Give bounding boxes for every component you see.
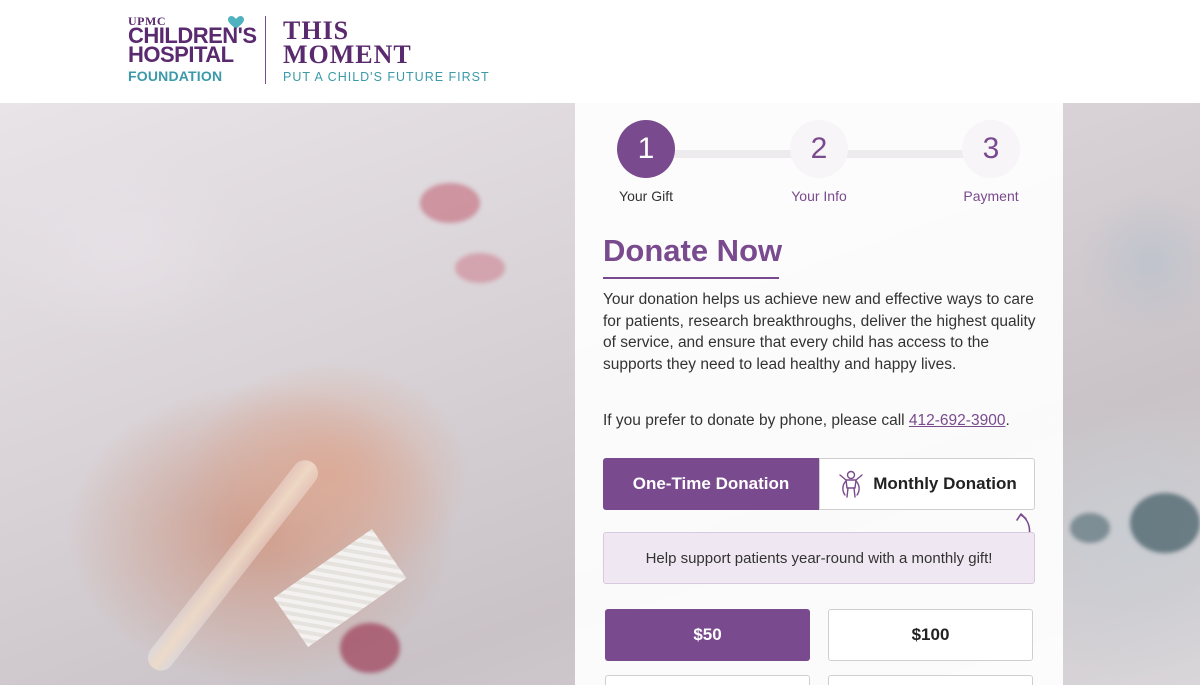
logo-divider <box>265 16 266 84</box>
step-number: 3 <box>962 120 1020 178</box>
step-number: 2 <box>790 120 848 178</box>
site-header: UPMC CHILDREN'S HOSPITAL FOUNDATION THIS… <box>0 0 1200 103</box>
progress-steps: 1 Your Gift 2 Your Info 3 Payment <box>575 120 1063 210</box>
title-underline <box>603 277 779 279</box>
phone-prefix: If you prefer to donate by phone, please… <box>603 412 909 429</box>
monthly-donation-label: Monthly Donation <box>873 474 1017 493</box>
foundation-logo[interactable]: UPMC CHILDREN'S HOSPITAL FOUNDATION THIS… <box>128 14 490 90</box>
page-title: Donate Now <box>603 233 783 268</box>
amount-option[interactable] <box>605 675 810 685</box>
monthly-donation-tab[interactable]: Monthly Donation <box>819 458 1035 510</box>
one-time-donation-tab[interactable]: One-Time Donation <box>603 458 819 510</box>
amount-option-100[interactable]: $100 <box>828 609 1033 661</box>
step-label: Your Info <box>791 188 847 204</box>
campaign-tagline: PUT A CHILD'S FUTURE FIRST <box>283 70 490 84</box>
donation-form-panel: 1 Your Gift 2 Your Info 3 Payment Donate… <box>575 103 1063 685</box>
logo-line-foundation: FOUNDATION <box>128 68 223 84</box>
monthly-gift-notice: Help support patients year-round with a … <box>603 532 1035 584</box>
phone-suffix: . <box>1005 412 1010 429</box>
step-payment[interactable]: 3 Payment <box>941 120 1041 204</box>
donation-description: Your donation helps us achieve new and e… <box>603 291 1036 373</box>
campaign-line-moment: MOMENT <box>283 40 412 69</box>
step-label: Payment <box>963 188 1019 204</box>
amount-option-50[interactable]: $50 <box>605 609 810 661</box>
logo-line-hospital: HOSPITAL <box>128 42 234 67</box>
step-your-info[interactable]: 2 Your Info <box>769 120 869 204</box>
phone-link[interactable]: 412-692-3900 <box>909 412 1006 429</box>
step-number: 1 <box>617 120 675 178</box>
amount-option[interactable] <box>828 675 1033 685</box>
phone-donation-text: If you prefer to donate by phone, please… <box>603 412 1043 430</box>
donation-type-tabs: One-Time Donation Monthly Donation <box>603 458 1035 510</box>
step-label: Your Gift <box>619 188 673 204</box>
superhero-child-icon <box>839 470 863 498</box>
step-your-gift[interactable]: 1 Your Gift <box>596 120 696 204</box>
